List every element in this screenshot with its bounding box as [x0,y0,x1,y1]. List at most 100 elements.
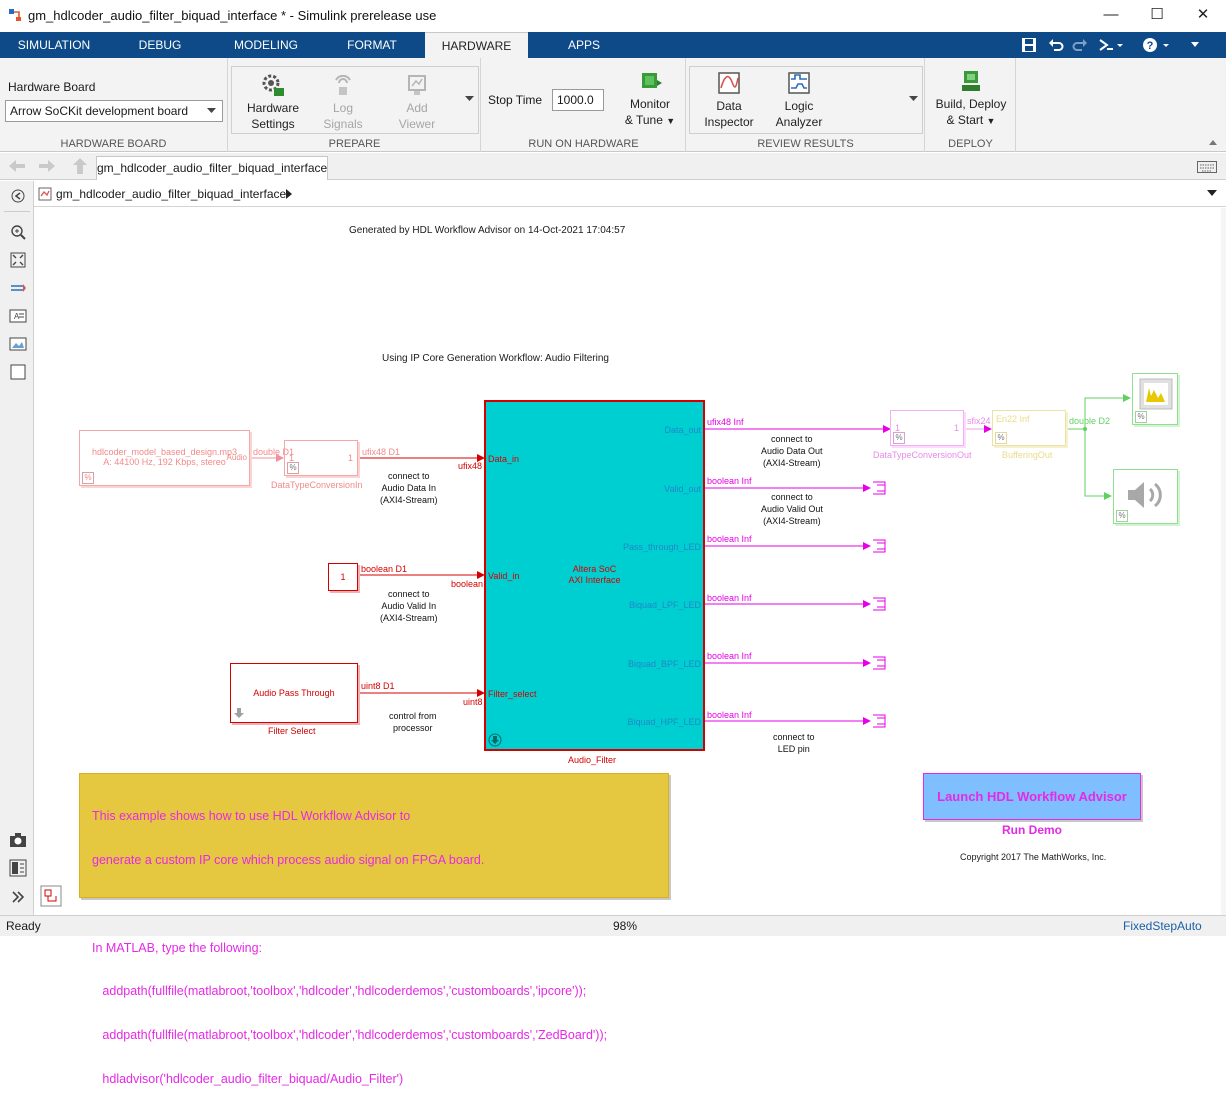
save-icon[interactable] [1021,37,1037,53]
buffering-out-block[interactable]: En22 Inf % [992,410,1066,446]
chevron-right-icon[interactable] [286,189,292,199]
breadcrumb[interactable]: gm_hdlcoder_audio_filter_biquad_interfac… [56,187,286,201]
section-label-deploy: DEPLOY [948,138,993,150]
simulink-app-icon [9,9,21,21]
forward-arrow-icon[interactable] [38,159,56,173]
data-type-conversion-out-block[interactable]: 1 1 % [890,410,964,446]
back-arrow-icon[interactable] [8,159,26,173]
hardware-settings-label-1: Hardware [246,101,300,115]
undo-icon[interactable] [1048,37,1064,53]
buffer-in-signal: En22 Inf [996,414,1030,424]
stop-time-label: Stop Time [488,93,543,107]
logic-analyzer-icon [788,72,810,94]
logic-analyzer-label-1: Logic [784,99,814,113]
build-deploy-label-2: & Start ▼ [946,113,996,127]
valid-in-type: boolean [451,579,484,589]
maximize-button[interactable]: ☐ [1134,0,1180,32]
fit-to-view-icon[interactable] [9,251,27,269]
collapse-ribbon-icon[interactable] [1190,41,1200,49]
annotation-icon[interactable]: A [9,307,27,325]
quick-command-icon[interactable] [1098,37,1124,53]
audio-device-writer-block[interactable]: % [1113,469,1178,524]
tab-debug[interactable]: DEBUG [118,32,202,58]
out-sig-lpf: boolean Inf [707,593,752,603]
help-icon[interactable]: ? [1142,37,1178,53]
diagram-subtitle: Using IP Core Generation Workflow: Audio… [382,353,609,364]
generated-note: Generated by HDL Workflow Advisor on 14-… [349,225,626,236]
port-valid-out: Valid_out [664,484,701,494]
filter-select-block[interactable]: Audio Pass Through [230,663,358,723]
up-arrow-icon[interactable] [72,157,88,175]
add-viewer-label-2: Viewer [398,117,436,131]
source-format: A: 44100 Hz, 192 Kbps, stereo [103,457,226,467]
build-deploy-icon [962,71,980,91]
data-inspector-icon [718,72,740,94]
audio-source-block[interactable]: hdlcoder_model_based_design.mp3 A: 44100… [79,430,250,486]
camera-icon[interactable] [9,831,27,849]
tab-simulation[interactable]: SIMULATION [10,32,98,58]
note-led: connect to LED pin [773,732,815,754]
redo-icon[interactable] [1072,37,1088,53]
out-sig-pass: boolean Inf [707,534,752,544]
logic-analyzer-button[interactable]: Logic Analyzer [767,70,831,130]
constant-block[interactable]: 1 [328,563,358,591]
close-button[interactable]: ✕ [1180,0,1226,32]
tab-modeling[interactable]: MODELING [224,32,308,58]
section-prepare: Hardware Settings Log Signals Add Viewer… [229,58,481,152]
keyboard-icon[interactable] [1197,161,1217,173]
data-inspector-button[interactable]: Data Inspector [697,70,761,130]
chevron-down-icon [465,96,474,101]
out-sig-hpf: boolean Inf [707,710,752,720]
signal-line-icon[interactable] [9,279,27,297]
speaker-icon [1128,482,1162,508]
chevron-down-icon[interactable] [1207,190,1217,197]
data-type-conversion-in-block[interactable]: 1 1 % [284,440,358,476]
data-in-type: ufix48 [458,461,483,471]
ribbon-collapse-icon[interactable] [1208,138,1218,146]
model-hierarchy-icon[interactable] [40,885,62,907]
info-line-6: addpath(fullfile(matlabroot,'toolbox','h… [92,1028,608,1043]
info-line-4: In MATLAB, type the following: [92,940,262,955]
dtc-in-port-out: 1 [347,453,353,463]
area-icon[interactable] [9,363,27,381]
model-canvas[interactable]: Generated by HDL Workflow Advisor on 14-… [35,208,1221,1086]
log-signals-button[interactable]: Log Signals [313,72,373,132]
percent-icon: % [1116,510,1128,522]
monitor-tune-button[interactable]: Monitor & Tune ▼ [618,68,682,129]
section-label-review: REVIEW RESULTS [757,138,854,150]
stop-time-input[interactable]: 1000.0 [552,89,604,111]
hardware-settings-button[interactable]: Hardware Settings [239,72,307,132]
data-inspector-label-1: Data [716,99,742,113]
tab-hardware[interactable]: HARDWARE [425,32,528,58]
note-valid-out: connect to Audio Valid Out (AXI4-Stream) [761,492,823,526]
tab-apps[interactable]: APPS [548,32,620,58]
hardware-board-dropdown[interactable]: Arrow SoCKit development board [5,100,223,122]
add-viewer-button[interactable]: Add Viewer [387,72,447,132]
gear-icon [262,74,284,96]
expand-palette-icon[interactable] [9,888,27,906]
scope-block[interactable]: % [1132,373,1178,425]
add-viewer-label-1: Add [406,101,428,115]
prepare-gallery-expand[interactable] [461,66,479,134]
review-gallery-expand[interactable] [905,66,923,134]
audio-filter-subsystem[interactable]: Altera SoC AXI Interface Data_in Valid_in… [484,400,705,751]
tab-format[interactable]: FORMAT [332,32,412,58]
log-signals-label-1: Log [332,101,354,115]
out-sig-data: ufix48 Inf [707,417,744,427]
solver-link[interactable]: FixedStepAuto [1123,919,1202,933]
image-icon[interactable] [9,335,27,353]
zoom-in-icon[interactable] [9,223,27,241]
vertical-scrollbar[interactable] [1221,208,1226,915]
minimize-button[interactable]: — [1088,0,1134,32]
build-deploy-start-button[interactable]: Build, Deploy & Start ▼ [930,68,1012,129]
log-signals-label-2: Signals [323,117,363,131]
port-filter-select: Filter_select [488,689,537,699]
title-bar: gm_hdlcoder_audio_filter_biquad_interfac… [0,0,1226,32]
model-tab[interactable]: gm_hdlcoder_audio_filter_biquad_interfac… [96,156,328,180]
launch-hdl-workflow-advisor-button[interactable]: Launch HDL Workflow Advisor [923,773,1141,820]
build-deploy-label-1: Build, Deploy [935,97,1007,111]
monitor-tune-label-1: Monitor [629,97,670,111]
subsystem-name: Audio_Filter [568,755,617,765]
hide-browser-icon[interactable] [9,187,27,205]
model-explorer-icon[interactable] [9,859,27,877]
